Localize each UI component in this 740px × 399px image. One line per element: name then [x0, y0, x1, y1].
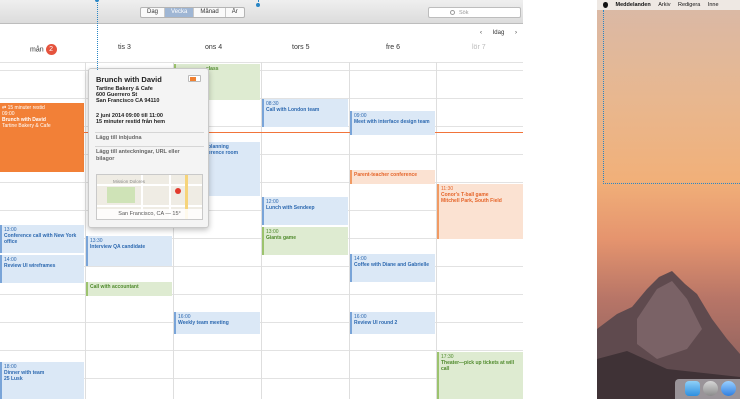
calendar-color-picker[interactable]: [188, 75, 201, 82]
event-location: 25 Lusk: [4, 376, 23, 382]
menu-item-edit[interactable]: Redigera: [678, 2, 700, 8]
view-switcher: Dag Vecka Månad År: [140, 7, 245, 18]
add-notes-field[interactable]: Lägg till anteckningar, URL eller bilago…: [96, 149, 196, 163]
today-badge: 2: [45, 44, 57, 55]
location-map[interactable]: Mission Dolores San Francisco, CA — 15°: [96, 174, 203, 220]
day-header-row: mån 2 tis 3 ons 4 tors 5 fre 6 lör 7: [0, 40, 523, 62]
view-day-button[interactable]: Dag: [141, 8, 166, 17]
event-parent-teacher[interactable]: Parent-teacher conference: [350, 170, 435, 184]
day-header-sat[interactable]: lör 7: [472, 44, 486, 51]
event-london-call[interactable]: 08:30 Call with London team: [262, 99, 348, 127]
event-title: Weekly team meeting: [178, 320, 229, 326]
event-weekly-meeting[interactable]: 16:00 Weekly team meeting: [174, 312, 260, 334]
event-location: Mitchell Park, South Field: [441, 198, 502, 204]
dock: [675, 379, 740, 399]
menu-item-file[interactable]: Arkiv: [658, 2, 670, 8]
search-icon: [450, 10, 455, 15]
event-interface-design[interactable]: 09:00 Meet with interface design team: [350, 111, 435, 135]
callout-line: [603, 10, 604, 184]
week-grid[interactable]: ⇄ 15 minuter restid 09:00 Brunch with Da…: [0, 62, 523, 399]
event-title: Call with accountant: [90, 284, 139, 290]
day-header-wed[interactable]: ons 4: [205, 44, 222, 51]
callout-line: [258, 0, 259, 6]
event-title: Coffee with Diane and Gabrielle: [354, 262, 430, 268]
callout-line: [603, 183, 740, 184]
popover-divider: [95, 146, 204, 147]
event-title: Call with London team: [266, 107, 320, 113]
today-button[interactable]: Idag: [493, 30, 505, 36]
event-title: Theater—pick up tickets at will call: [441, 360, 515, 372]
event-detail-popover: Brunch with David Tartine Bakery & Cafe …: [88, 68, 209, 228]
week-navigation: ‹ Idag ›: [471, 30, 517, 36]
callout-line: [97, 0, 98, 70]
menu-item-view[interactable]: Inne: [708, 2, 719, 8]
view-week-button[interactable]: Vecka: [165, 8, 195, 17]
launchpad-icon[interactable]: [703, 381, 718, 396]
prev-week-button[interactable]: ‹: [480, 30, 482, 36]
event-title: Review UI round 2: [354, 320, 398, 326]
popover-city: San Francisco CA 94110: [96, 98, 160, 104]
view-year-button[interactable]: År: [226, 8, 244, 17]
event-title: Meet with interface design team: [354, 119, 430, 125]
event-coffee[interactable]: 14:00 Coffee with Diane and Gabrielle: [350, 254, 435, 282]
event-dinner[interactable]: 18:00 Dinner with team 25 Lusk: [0, 362, 84, 399]
event-tball-game[interactable]: 11:30 Conor's T-ball game Mitchell Park,…: [437, 184, 523, 239]
event-location: Tartine Bakery & Cafe: [2, 123, 51, 129]
day-label: mån: [30, 46, 44, 54]
search-placeholder: Sök: [459, 10, 469, 16]
event-title: Interview QA candidate: [90, 244, 146, 250]
event-accountant[interactable]: Call with accountant: [86, 282, 172, 296]
search-input[interactable]: Sök: [428, 7, 521, 18]
day-header-tue[interactable]: tis 3: [118, 44, 131, 51]
color-swatch-icon: [190, 77, 196, 81]
map-pin-icon: [175, 188, 181, 194]
event-qa-interview[interactable]: 13:30 Interview QA candidate: [86, 236, 172, 266]
day-header-mon[interactable]: mån 2: [30, 44, 57, 55]
finder-icon[interactable]: [685, 381, 700, 396]
safari-icon[interactable]: [721, 381, 736, 396]
event-title: Lunch with Sendeep: [266, 205, 315, 211]
day-header-thu[interactable]: tors 5: [292, 44, 310, 51]
day-divider: [85, 62, 86, 399]
view-month-button[interactable]: Månad: [194, 8, 226, 17]
event-title: Giants game: [266, 235, 297, 241]
add-invitees-field[interactable]: Lägg till inbjudna: [96, 135, 142, 142]
map-park: [107, 187, 135, 203]
event-giants-game[interactable]: 13:00 Giants game: [262, 227, 348, 255]
event-title: Review UI wireframes: [4, 263, 56, 269]
next-week-button[interactable]: ›: [515, 30, 517, 36]
day-header-fri[interactable]: fre 6: [386, 44, 400, 51]
wallpaper-mountain: [597, 271, 740, 399]
menu-bar: Meddelanden Arkiv Redigera Inne: [597, 0, 740, 10]
event-ui-round-2[interactable]: 16:00 Review UI round 2: [350, 312, 435, 334]
popover-divider: [95, 132, 204, 133]
event-ny-call[interactable]: 13:00 Conference call with New York offi…: [0, 225, 84, 253]
map-caption: San Francisco, CA — 15°: [97, 209, 202, 219]
event-wireframes[interactable]: 14:00 Review UI wireframes: [0, 255, 84, 283]
event-title: Parent-teacher conference: [354, 172, 418, 178]
event-theater[interactable]: 17:30 Theater—pick up tickets at will ca…: [437, 352, 523, 399]
calendar-toolbar: Dag Vecka Månad År Sök: [0, 0, 523, 24]
popover-travel-time[interactable]: 15 minuter restid från hem: [96, 119, 165, 126]
apple-icon[interactable]: [603, 1, 608, 8]
menu-app-name[interactable]: Meddelanden: [616, 2, 651, 8]
event-title: Conference call with New York office: [4, 233, 77, 245]
desktop-preview: Meddelanden Arkiv Redigera Inne: [597, 0, 740, 399]
event-brunch[interactable]: ⇄ 15 minuter restid 09:00 Brunch with Da…: [0, 103, 84, 172]
event-lunch[interactable]: 12:00 Lunch with Sendeep: [262, 197, 348, 225]
map-district-label: Mission Dolores: [113, 179, 146, 184]
calendar-window: Dag Vecka Månad År Sök ‹ Idag › mån 2 tis…: [0, 0, 523, 399]
popover-title[interactable]: Brunch with David: [96, 75, 162, 84]
